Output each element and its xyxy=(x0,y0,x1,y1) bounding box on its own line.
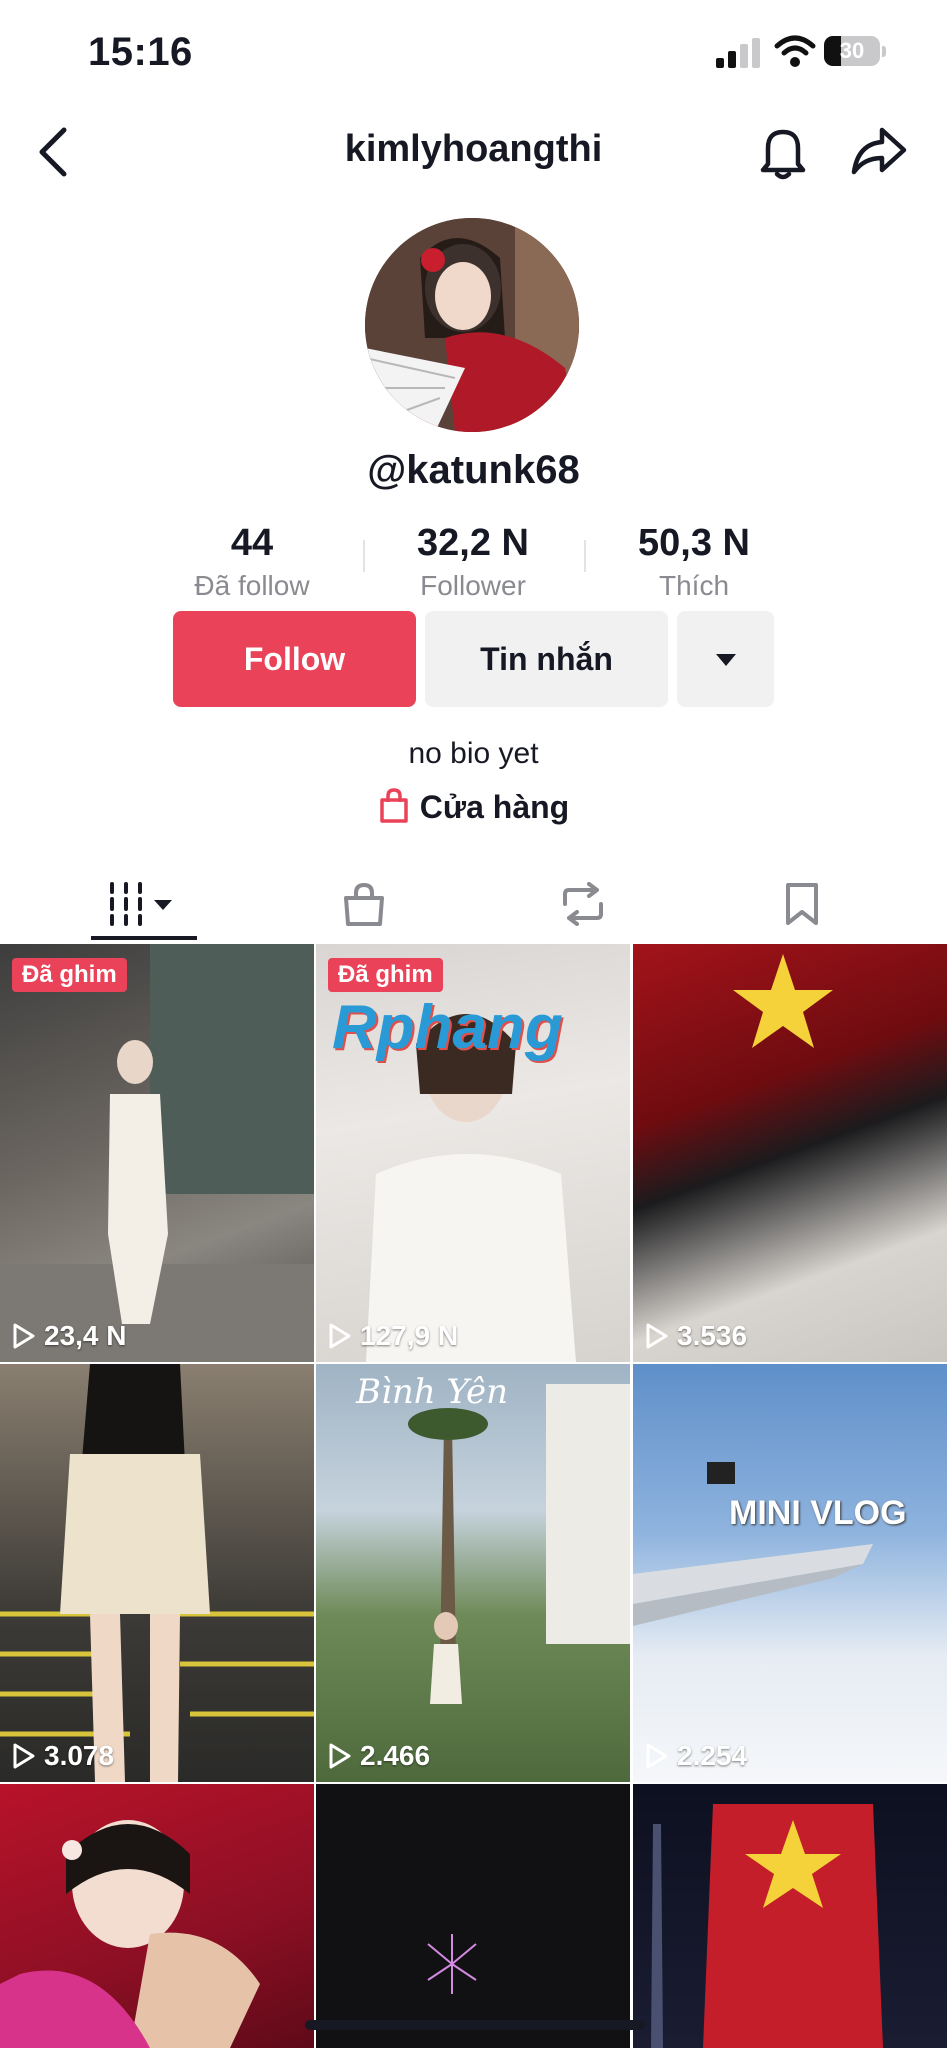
followers-label: Follower xyxy=(420,570,526,601)
view-count: 23,4 N xyxy=(12,1320,127,1352)
shopping-bag-icon xyxy=(380,788,408,823)
tab-saved[interactable] xyxy=(684,868,920,940)
repost-icon xyxy=(563,882,603,926)
video-thumbnail-image xyxy=(0,1820,260,2048)
caret-down-icon xyxy=(716,654,736,666)
avatar[interactable] xyxy=(365,218,579,432)
following-label: Đã follow xyxy=(194,570,310,601)
active-tab-indicator xyxy=(91,936,197,940)
play-icon xyxy=(646,1323,668,1349)
video-thumbnail[interactable] xyxy=(316,1784,630,2048)
video-thumbnail[interactable]: 3.078 xyxy=(0,1364,314,1782)
pinned-badge: Đã ghim xyxy=(12,958,127,992)
video-thumbnail[interactable]: Rphang Đã ghim 127,9 N xyxy=(316,944,630,1362)
video-thumbnail-image xyxy=(0,1364,314,1782)
battery-icon: 30 xyxy=(824,36,886,68)
video-thumbnail-image xyxy=(0,944,314,1362)
bell-icon[interactable] xyxy=(756,124,810,182)
view-count: 3.078 xyxy=(12,1740,114,1772)
pinned-badge: Đã ghim xyxy=(328,958,443,992)
following-count[interactable]: 44 xyxy=(152,522,352,565)
play-icon xyxy=(329,1743,351,1769)
shop-label: Cửa hàng xyxy=(419,789,570,825)
bio-text: no bio yet xyxy=(408,737,539,770)
battery-level: 30 xyxy=(839,38,865,63)
video-thumbnail-image xyxy=(408,1384,630,1704)
more-options-button[interactable] xyxy=(677,611,774,707)
video-thumbnail-image xyxy=(427,1934,477,1994)
wifi-icon xyxy=(774,35,816,67)
view-count: 2.466 xyxy=(328,1740,430,1772)
play-icon xyxy=(646,1743,668,1769)
video-thumbnail-image xyxy=(733,954,833,1048)
follow-button[interactable]: Follow xyxy=(173,611,416,707)
cellular-signal-icon xyxy=(716,38,760,68)
video-thumbnail[interactable]: Đã ghim 23,4 N xyxy=(0,944,314,1362)
tab-shop[interactable] xyxy=(246,868,482,940)
tab-reposts[interactable] xyxy=(465,868,701,940)
video-thumbnail[interactable]: MINI VLOG 2.254 xyxy=(633,1364,947,1782)
stat-divider xyxy=(363,540,365,572)
play-icon xyxy=(329,1323,351,1349)
video-thumbnail[interactable]: 3.536 xyxy=(633,944,947,1362)
message-button[interactable]: Tin nhắn xyxy=(425,611,668,707)
view-count: 3.536 xyxy=(645,1320,747,1352)
play-icon xyxy=(13,1323,35,1349)
video-thumbnail[interactable] xyxy=(633,1784,947,2048)
view-count: 127,9 N xyxy=(328,1320,458,1352)
video-thumbnail-image xyxy=(651,1804,883,2048)
video-thumbnail[interactable] xyxy=(0,1784,314,2048)
followers-count[interactable]: 32,2 N xyxy=(373,522,573,565)
videos-grid-icon xyxy=(110,882,172,926)
play-icon xyxy=(13,1743,35,1769)
likes-label: Thích xyxy=(658,570,730,601)
watermark-text: Rphang xyxy=(332,993,563,1062)
view-count: 2.254 xyxy=(645,1740,747,1772)
stat-divider xyxy=(584,540,586,572)
video-thumbnail-image xyxy=(633,1462,873,1626)
bookmark-icon xyxy=(786,883,818,925)
video-caption: Bình Yên xyxy=(356,1372,508,1412)
username: @katunk68 xyxy=(367,448,580,492)
shop-link[interactable]: Cửa hàng xyxy=(0,788,947,826)
status-time: 15:16 xyxy=(88,30,193,74)
likes-count[interactable]: 50,3 N xyxy=(594,522,794,565)
tab-videos[interactable] xyxy=(26,868,262,940)
share-icon[interactable] xyxy=(850,124,908,178)
video-thumbnail[interactable]: Bình Yên 2.466 xyxy=(316,1364,630,1782)
video-caption: MINI VLOG xyxy=(729,1494,907,1532)
shop-bag-icon xyxy=(344,882,384,926)
home-indicator xyxy=(305,2020,645,2030)
avatar-photo xyxy=(365,218,579,432)
